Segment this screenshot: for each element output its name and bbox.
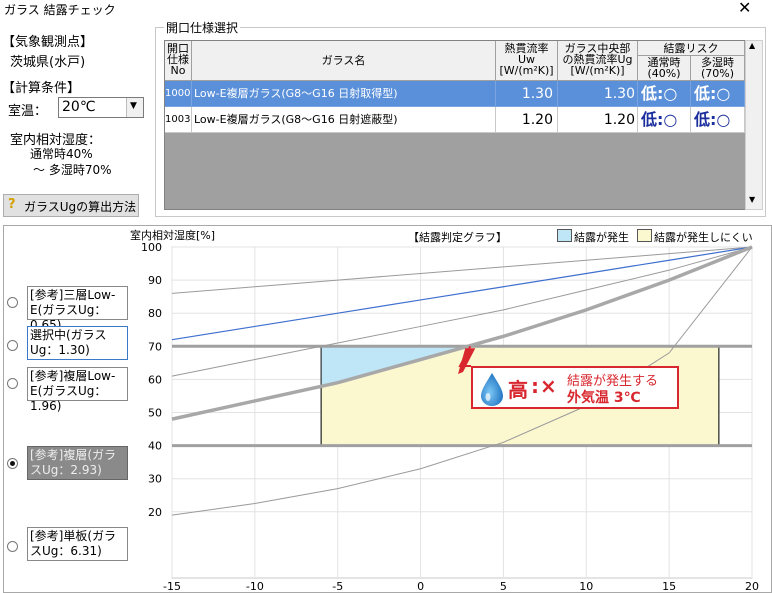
y-tick-label: 50 [148, 407, 162, 420]
series-label-double-lowe[interactable]: [参考]複層Low-E(ガラスUg：1.96) [27, 367, 128, 413]
x-tick-label: 20 [745, 580, 759, 593]
radio-selected[interactable] [7, 340, 18, 351]
radio-triple-lowe[interactable] [7, 297, 18, 308]
radio-double[interactable] [7, 458, 18, 469]
chart-title: 【結露判定グラフ】 [408, 231, 507, 244]
water-drop-icon [481, 373, 503, 406]
series-label-triple-lowe[interactable]: [参考]三層Low-E(ガラスUg：0.65) [27, 286, 128, 332]
y-tick-label: 80 [148, 307, 162, 320]
legend-swatch-safe [637, 229, 652, 242]
series-label-text: [参考]複層(ガラスUg：2.93) [30, 448, 117, 477]
callout-line2: 外気温 3℃ [567, 390, 641, 406]
radio-double-lowe[interactable] [7, 378, 18, 389]
y-tick-label: 20 [148, 506, 162, 519]
callout-mark: × [540, 374, 557, 398]
x-tick-label: -15 [163, 580, 181, 593]
x-tick-label: -5 [332, 580, 343, 593]
y-tick-label: 90 [148, 274, 162, 287]
series-label-double[interactable]: [参考]複層(ガラスUg：2.93) [27, 446, 128, 480]
x-tick-label: 15 [662, 580, 676, 593]
series-label-text: 選択中(ガラスUg：1.30) [30, 328, 107, 357]
y-tick-label: 30 [148, 473, 162, 486]
x-tick-label: 0 [417, 580, 424, 593]
callout-colon: : [531, 374, 539, 398]
legend-label-safe: 結露が発生しにくい [654, 231, 753, 244]
y-tick-label: 40 [148, 440, 162, 453]
series-label-selected[interactable]: 選択中(ガラスUg：1.30) [27, 326, 128, 360]
legend-label-condense: 結露が発生 [574, 231, 629, 244]
series-label-single[interactable]: [参考]単板(ガラスUg：6.31) [27, 527, 128, 561]
condensation-callout: 高 : × 結露が発生する 外気温 3℃ [471, 366, 679, 409]
x-tick-label: 10 [579, 580, 593, 593]
callout-risk: 高 [508, 378, 528, 402]
series-label-text: [参考]単板(ガラスUg：6.31) [30, 529, 117, 558]
chart-ylabel: 室内相対湿度[%] [130, 229, 216, 242]
legend-swatch-condense [557, 229, 572, 242]
radio-single[interactable] [7, 541, 18, 552]
x-tick-label: 5 [500, 580, 507, 593]
y-tick-label: 70 [148, 340, 162, 353]
series-label-text: [参考]複層Low-E(ガラスUg：1.96) [30, 369, 116, 413]
y-tick-label: 60 [148, 373, 162, 386]
x-tick-label: -10 [246, 580, 264, 593]
